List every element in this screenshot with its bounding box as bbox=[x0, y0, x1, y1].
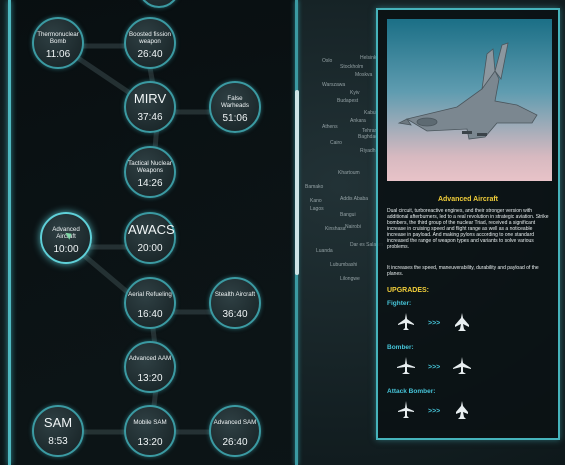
map-label: Oslo bbox=[322, 58, 333, 64]
node-time: 26:40 bbox=[222, 437, 248, 448]
research-tree-panel[interactable]: Thermonuclear Bomb 11:06 Boosted fission… bbox=[8, 0, 298, 465]
map-label: Kinshasa bbox=[325, 226, 346, 232]
node-label: Thermonuclear Bomb bbox=[37, 31, 79, 45]
node-label: Mobile SAM bbox=[133, 419, 167, 426]
node-label: SAM bbox=[43, 415, 73, 430]
map-label: Cairo bbox=[330, 140, 342, 146]
tree-node-sam[interactable]: SAM 8:53 bbox=[32, 405, 84, 457]
node-time: 36:40 bbox=[222, 309, 248, 320]
node-time: 10:00 bbox=[53, 244, 79, 255]
tree-node-advanced-sam[interactable]: Advanced SAM 26:40 bbox=[209, 405, 261, 457]
map-label: Helsinki bbox=[360, 55, 378, 61]
tree-scrollbar[interactable] bbox=[295, 90, 299, 275]
tree-node-stealth-aircraft[interactable]: Stealth Aircraft 36:40 bbox=[209, 277, 261, 329]
technology-effect: It increases the speed, maneuverability,… bbox=[387, 265, 539, 277]
tree-node-thermonuclear-bomb[interactable]: Thermonuclear Bomb 11:06 bbox=[32, 17, 84, 69]
map-label: Lilongwe bbox=[340, 276, 360, 282]
technology-info-panel: Advanced Aircraft Dual circuit, turborea… bbox=[376, 8, 560, 440]
node-time: 20:00 bbox=[137, 243, 163, 254]
map-label: Lagos bbox=[310, 206, 324, 212]
node-label: Stealth Aircraft bbox=[214, 291, 256, 298]
map-label: Moskva bbox=[355, 72, 373, 78]
upgrade-role-attack-bomber: Attack Bomber: bbox=[387, 388, 436, 395]
node-time: 51:06 bbox=[222, 113, 248, 124]
map-label: Warszawa bbox=[322, 82, 346, 88]
tree-node-aerial-refueling[interactable]: Aerial Refueling 16:40 bbox=[124, 277, 176, 329]
fighter-old-icon bbox=[396, 312, 416, 332]
node-time: 16:40 bbox=[137, 309, 163, 320]
node-label: Aerial Refueling bbox=[128, 291, 172, 298]
technology-description: Dual circuit, turboreactive engines, and… bbox=[387, 208, 549, 250]
map-label: Riyadh bbox=[360, 148, 376, 154]
tree-node-advanced-aam[interactable]: Advanced AAM 13:20 bbox=[124, 341, 176, 393]
upgrade-arrows: >>> bbox=[428, 320, 441, 327]
map-label: Khartoum bbox=[338, 170, 360, 176]
upgrades-heading: UPGRADES: bbox=[387, 287, 430, 294]
node-label: Boosted fission weapon bbox=[129, 31, 171, 45]
map-label: Nairobi bbox=[345, 224, 361, 230]
upgrade-arrows: >>> bbox=[428, 408, 441, 415]
node-time: 13:20 bbox=[137, 437, 163, 448]
tree-node-false-warheads[interactable]: False Warheads 51:06 bbox=[209, 81, 261, 133]
node-label: AWACS bbox=[128, 222, 175, 237]
node-label: MIRV bbox=[133, 91, 167, 106]
node-label: Advanced AAM bbox=[128, 355, 172, 362]
node-label: Tactical Nuclear Weapons bbox=[128, 160, 172, 174]
map-label: Athens bbox=[322, 124, 338, 130]
tree-node-awacs[interactable]: AWACS 20:00 bbox=[124, 212, 176, 264]
tree-node-advanced-aircraft[interactable]: Advanced Aircraft 10:00 bbox=[40, 212, 92, 264]
fighter-new-icon bbox=[452, 312, 472, 332]
node-label: Advanced SAM bbox=[213, 419, 257, 426]
node-time: 8:53 bbox=[48, 436, 68, 447]
technology-title: Advanced Aircraft bbox=[437, 196, 499, 203]
node-label: False Warheads bbox=[221, 95, 249, 109]
map-label: Bangui bbox=[340, 212, 356, 218]
upgrade-role-bomber: Bomber: bbox=[387, 344, 414, 351]
node-time: 26:40 bbox=[137, 49, 163, 60]
map-label: Ankara bbox=[350, 118, 366, 124]
tree-panel-border-left bbox=[8, 0, 11, 465]
upgrade-arrows: >>> bbox=[428, 364, 441, 371]
tree-node-tactical-nuclear-weapons[interactable]: Tactical Nuclear Weapons 14:26 bbox=[124, 146, 176, 198]
bomber-old-icon bbox=[396, 356, 416, 376]
node-time: 13:20 bbox=[137, 373, 163, 384]
node-time: 14:26 bbox=[137, 178, 163, 189]
map-label: Tehran bbox=[362, 128, 378, 134]
map-label: Luanda bbox=[316, 248, 333, 254]
bomber-new-icon bbox=[452, 356, 472, 376]
tree-node-boosted-fission-weapon[interactable]: Boosted fission weapon 26:40 bbox=[124, 17, 176, 69]
map-label: Lubumbashi bbox=[330, 262, 358, 268]
map-label: Kano bbox=[310, 198, 322, 204]
tree-node-mirv[interactable]: MIRV 37:46 bbox=[124, 81, 176, 133]
node-time: 37:46 bbox=[137, 112, 163, 123]
fighter-jet-illustration bbox=[397, 42, 538, 140]
node-time: 11:06 bbox=[45, 49, 71, 60]
map-label: Bamako bbox=[305, 184, 324, 190]
technology-image bbox=[387, 19, 552, 181]
tree-node-mobile-sam[interactable]: Mobile SAM 13:20 bbox=[124, 405, 176, 457]
map-label: Addis Ababa bbox=[340, 196, 369, 202]
map-label: Budapest bbox=[337, 98, 359, 104]
map-label: Stockholm bbox=[340, 64, 364, 70]
attack-bomber-old-icon bbox=[396, 400, 416, 420]
map-label: Kabul bbox=[364, 110, 377, 116]
map-label: Kyiv bbox=[350, 90, 360, 96]
upgrade-role-fighter: Fighter: bbox=[387, 300, 412, 307]
attack-bomber-new-icon bbox=[452, 400, 472, 420]
